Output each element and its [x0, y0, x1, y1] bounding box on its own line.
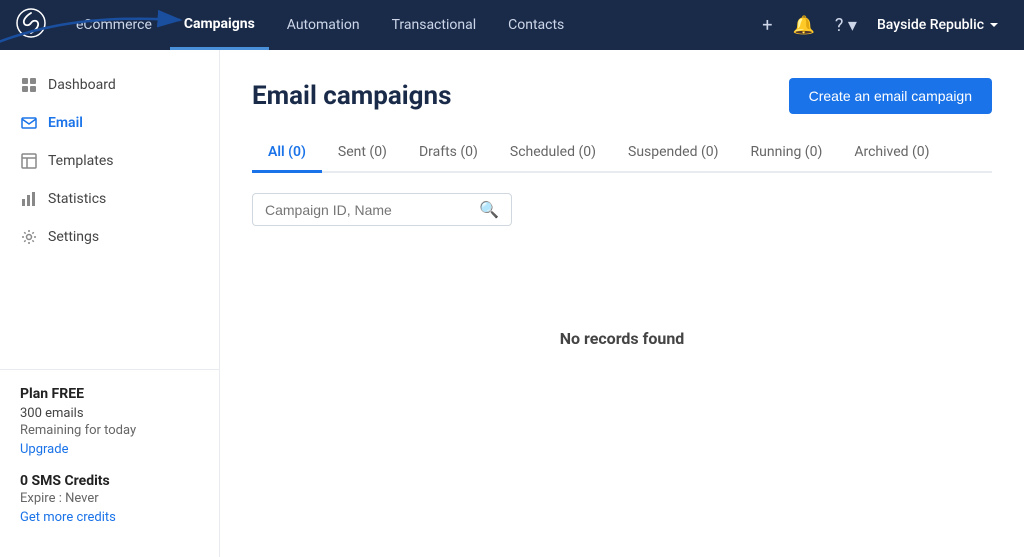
sidebar-item-settings[interactable]: Settings [0, 218, 219, 256]
campaign-tabs: All (0) Sent (0) Drafts (0) Scheduled (0… [252, 134, 992, 173]
upgrade-link[interactable]: Upgrade [20, 442, 68, 457]
empty-state: No records found [252, 258, 992, 418]
gear-icon [20, 228, 38, 246]
app-layout: Dashboard Email Templates Statistics Set… [0, 50, 1024, 557]
dashboard-icon [20, 76, 38, 94]
sidebar-item-statistics[interactable]: Statistics [0, 180, 219, 218]
nav-contacts[interactable]: Contacts [494, 0, 578, 50]
brand-menu[interactable]: Bayside Republic [869, 17, 1008, 33]
sidebar-item-templates[interactable]: Templates [0, 142, 219, 180]
nav-campaigns[interactable]: Campaigns [170, 0, 269, 50]
tab-running[interactable]: Running (0) [735, 134, 839, 173]
templates-icon [20, 152, 38, 170]
sidebar-label-email: Email [48, 115, 83, 131]
tab-all[interactable]: All (0) [252, 134, 322, 173]
search-bar: 🔍 [252, 193, 512, 226]
add-icon[interactable]: + [754, 0, 780, 50]
plan-remaining: Remaining for today [20, 423, 199, 438]
nav-ecommerce[interactable]: eCommerce [62, 0, 166, 50]
create-campaign-button[interactable]: Create an email campaign [789, 78, 992, 114]
sms-credits-title: 0 SMS Credits [20, 473, 199, 489]
sidebar-label-statistics: Statistics [48, 191, 106, 207]
statistics-icon [20, 190, 38, 208]
sidebar-label-templates: Templates [48, 153, 114, 169]
get-credits-link[interactable]: Get more credits [20, 510, 116, 525]
page-header: Email campaigns Create an email campaign [252, 78, 992, 114]
brand-label: Bayside Republic [877, 17, 984, 33]
main-content: Email campaigns Create an email campaign… [220, 50, 1024, 557]
sidebar-label-dashboard: Dashboard [48, 77, 116, 93]
sms-expire: Expire : Never [20, 491, 199, 506]
plan-title: Plan FREE [20, 386, 199, 402]
sidebar-item-dashboard[interactable]: Dashboard [0, 66, 219, 104]
empty-state-text: No records found [560, 329, 685, 348]
top-nav: eCommerce Campaigns Automation Transacti… [0, 0, 1024, 50]
nav-automation[interactable]: Automation [273, 0, 374, 50]
page-title: Email campaigns [252, 81, 789, 111]
sidebar-item-email[interactable]: Email [0, 104, 219, 142]
tab-drafts[interactable]: Drafts (0) [403, 134, 494, 173]
search-input[interactable] [265, 202, 479, 218]
tab-archived[interactable]: Archived (0) [838, 134, 945, 173]
nav-transactional[interactable]: Transactional [378, 0, 491, 50]
sidebar-plan-section: Plan FREE 300 emails Remaining for today… [0, 369, 219, 541]
sidebar-label-settings: Settings [48, 229, 99, 245]
bell-icon[interactable]: 🔔 [785, 0, 823, 50]
logo[interactable] [16, 8, 46, 42]
tab-scheduled[interactable]: Scheduled (0) [494, 134, 612, 173]
email-icon [20, 114, 38, 132]
search-icon: 🔍 [479, 200, 499, 219]
plan-emails: 300 emails [20, 406, 199, 421]
tab-suspended[interactable]: Suspended (0) [612, 134, 735, 173]
sidebar: Dashboard Email Templates Statistics Set… [0, 50, 220, 557]
tab-sent[interactable]: Sent (0) [322, 134, 403, 173]
help-icon[interactable]: ? ▾ [827, 0, 865, 50]
sms-section: 0 SMS Credits Expire : Never Get more cr… [20, 473, 199, 525]
